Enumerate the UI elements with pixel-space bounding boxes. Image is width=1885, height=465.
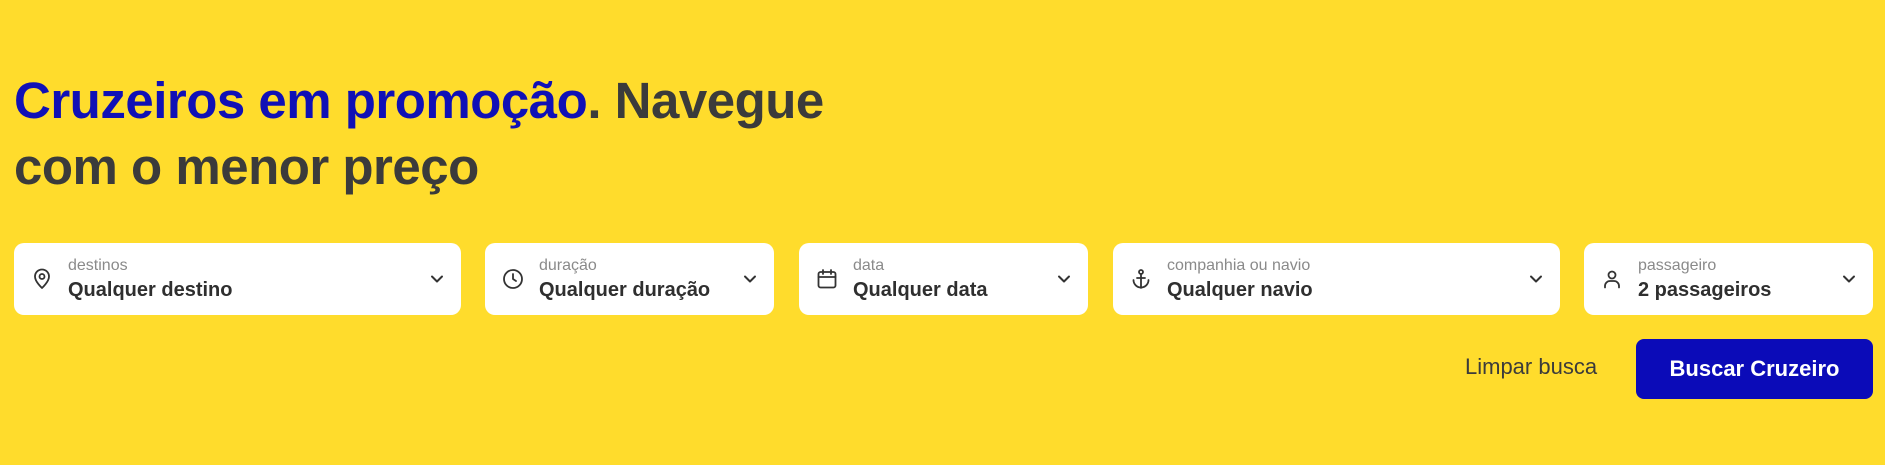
search-hero: Cruzeiros em promoção. Navegue com o men… [0, 0, 1885, 465]
cruise-line-value: Qualquer navio [1167, 279, 1313, 301]
cruise-line-select[interactable]: companhia ou navio Qualquer navio [1113, 243, 1560, 315]
passengers-label: passageiro [1638, 257, 1717, 274]
chevron-down-icon [1526, 269, 1546, 289]
clear-search-link[interactable]: Limpar busca [1465, 354, 1597, 380]
date-label: data [853, 257, 885, 274]
clock-icon [501, 267, 525, 291]
search-cruise-button[interactable]: Buscar Cruzeiro [1636, 339, 1873, 399]
destination-select[interactable]: destinos Qualquer destino [14, 243, 461, 315]
chevron-down-icon [427, 269, 447, 289]
destination-label: destinos [68, 257, 128, 274]
passengers-select[interactable]: passageiro 2 passageiros [1584, 243, 1873, 315]
chevron-down-icon [1054, 269, 1074, 289]
date-select[interactable]: data Qualquer data [799, 243, 1088, 315]
duration-label: duração [539, 257, 597, 274]
headline-accent: Cruzeiros em promoção [14, 72, 588, 129]
duration-select[interactable]: duração Qualquer duração [485, 243, 774, 315]
chevron-down-icon [1839, 269, 1859, 289]
passengers-value: 2 passageiros [1638, 279, 1772, 301]
person-icon [1600, 267, 1624, 291]
calendar-icon [815, 267, 839, 291]
date-value: Qualquer data [853, 279, 988, 301]
chevron-down-icon [740, 269, 760, 289]
cruise-line-label: companhia ou navio [1167, 257, 1311, 274]
page-title: Cruzeiros em promoção. Navegue com o men… [14, 68, 874, 200]
duration-value: Qualquer duração [539, 279, 711, 301]
location-pin-icon [30, 267, 54, 291]
destination-value: Qualquer destino [68, 279, 233, 301]
anchor-icon [1129, 267, 1153, 291]
